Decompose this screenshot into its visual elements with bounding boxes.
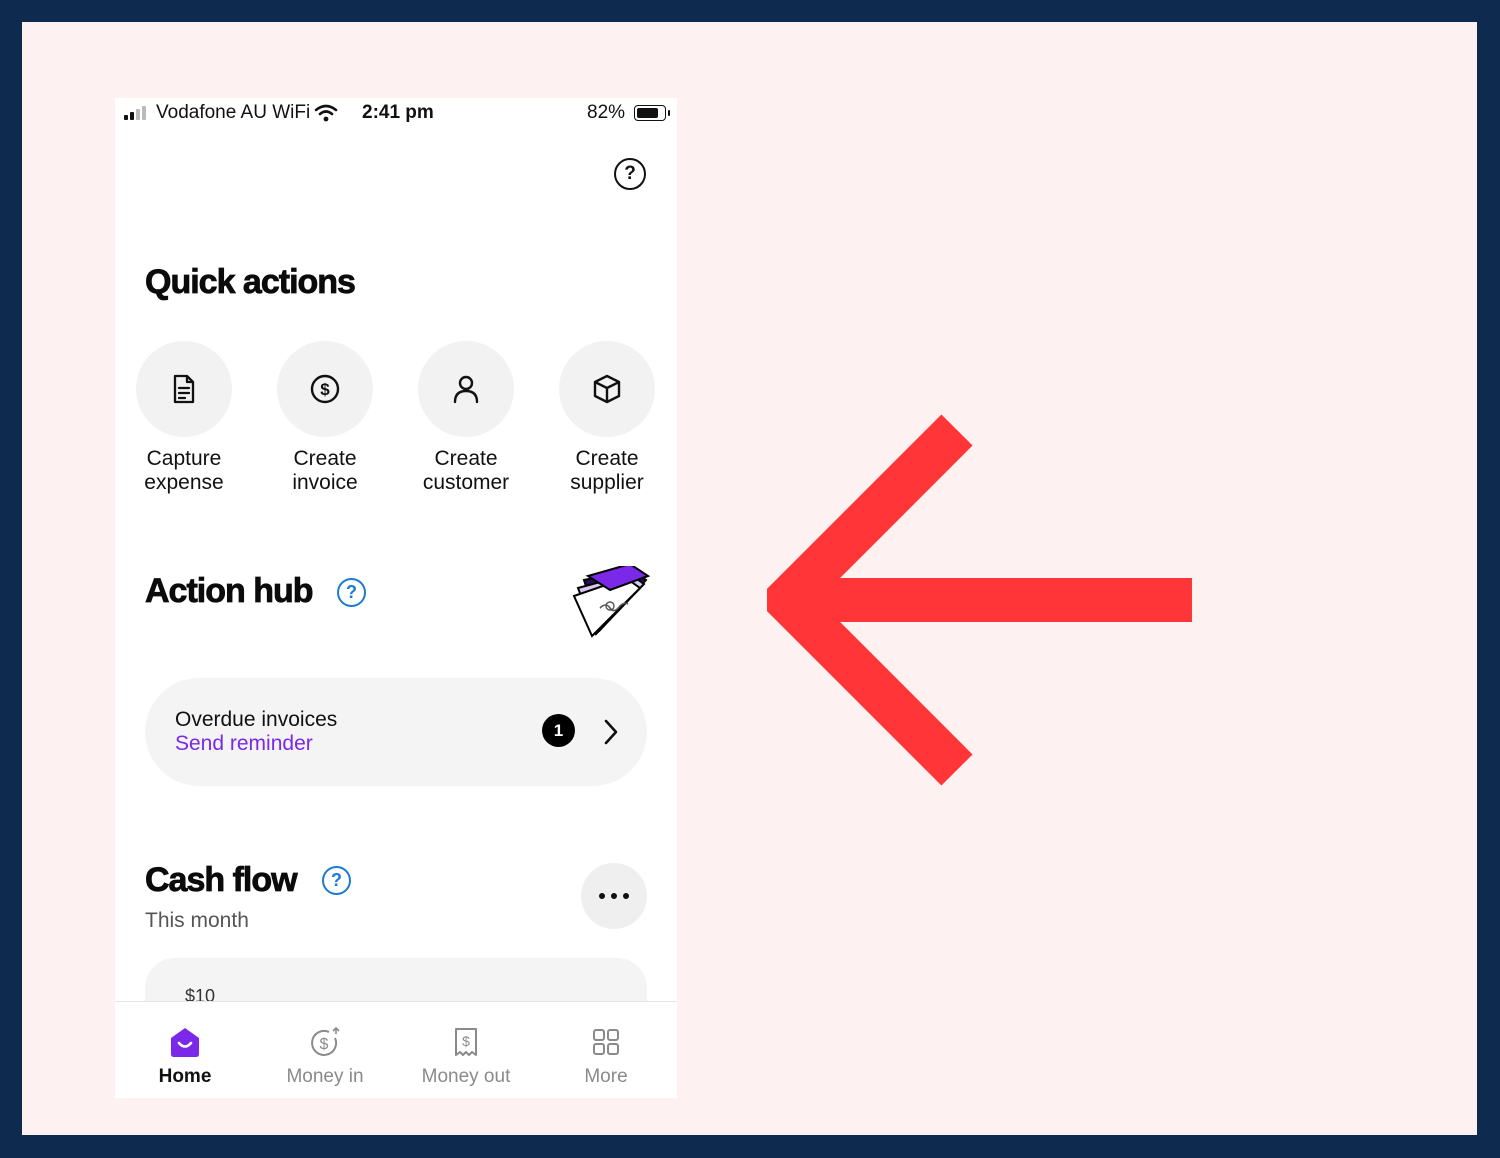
cash-flow-title: Cash flow <box>145 861 298 900</box>
bottom-tab-bar: Home $ Money in $ Money out More <box>115 1001 677 1098</box>
send-reminder-link[interactable]: Send reminder <box>175 732 313 756</box>
money-in-icon: $ <box>311 1026 340 1056</box>
action-hub-help-icon[interactable]: ? <box>337 578 366 607</box>
notebook-illustration <box>572 566 650 638</box>
document-icon <box>173 374 195 404</box>
receipt-icon: $ <box>455 1028 477 1056</box>
tab-label: Money in <box>286 1066 364 1087</box>
battery-level <box>637 108 659 118</box>
signal-icon <box>124 106 150 120</box>
quick-action-label: Create customer <box>422 447 510 494</box>
person-icon <box>453 375 479 404</box>
quick-action-circle <box>136 341 232 437</box>
tab-label: Home <box>158 1066 212 1087</box>
tab-money-out[interactable]: $ Money out <box>396 1002 536 1098</box>
help-button[interactable]: ? <box>614 158 646 190</box>
overdue-invoices-title: Overdue invoices <box>175 708 338 731</box>
phone-screen: Vodafone AU WiFi 2:41 pm 82% ? Quick act… <box>115 98 677 1098</box>
create-invoice-button[interactable]: $ Create invoice <box>260 341 390 495</box>
quick-action-circle <box>418 341 514 437</box>
background-canvas: Vodafone AU WiFi 2:41 pm 82% ? Quick act… <box>22 22 1477 1135</box>
more-options-button[interactable] <box>581 863 647 929</box>
clock: 2:41 pm <box>362 102 434 123</box>
tab-label: More <box>584 1066 628 1087</box>
battery-icon <box>634 105 670 121</box>
quick-action-label: Capture expense <box>144 447 224 494</box>
wifi-icon <box>314 104 338 122</box>
overdue-count-badge: 1 <box>542 714 575 747</box>
tab-label: Money out <box>421 1066 511 1087</box>
carrier-name: Vodafone AU WiFi <box>156 102 311 123</box>
action-hub-title: Action hub <box>145 572 314 611</box>
cash-flow-period: This month <box>145 909 249 932</box>
tab-home[interactable]: Home <box>115 1002 255 1098</box>
dollar-circle-icon: $ <box>310 374 340 404</box>
quick-action-circle: $ <box>277 341 373 437</box>
home-icon <box>171 1028 199 1057</box>
quick-actions-title: Quick actions <box>145 263 357 302</box>
capture-expense-button[interactable]: Capture expense <box>119 341 249 495</box>
quick-action-label: Create invoice <box>292 447 358 494</box>
quick-action-circle <box>559 341 655 437</box>
overdue-invoices-card[interactable]: Overdue invoices Send reminder 1 <box>145 678 647 786</box>
status-bar: Vodafone AU WiFi 2:41 pm 82% <box>115 98 677 130</box>
create-customer-button[interactable]: Create customer <box>401 341 531 495</box>
svg-text:$: $ <box>462 1033 470 1049</box>
grid-icon <box>593 1029 619 1055</box>
tab-more[interactable]: More <box>536 1002 676 1098</box>
chevron-right-icon <box>604 719 618 745</box>
svg-text:$: $ <box>320 1036 329 1053</box>
cash-flow-help-icon[interactable]: ? <box>322 866 351 895</box>
quick-action-label: Create supplier <box>570 447 644 494</box>
battery-percent: 82% <box>587 102 626 123</box>
svg-text:$: $ <box>320 380 330 399</box>
tab-money-in[interactable]: $ Money in <box>255 1002 395 1098</box>
box-icon <box>593 374 621 404</box>
arrow-left-icon <box>767 414 1192 786</box>
create-supplier-button[interactable]: Create supplier <box>542 341 672 495</box>
